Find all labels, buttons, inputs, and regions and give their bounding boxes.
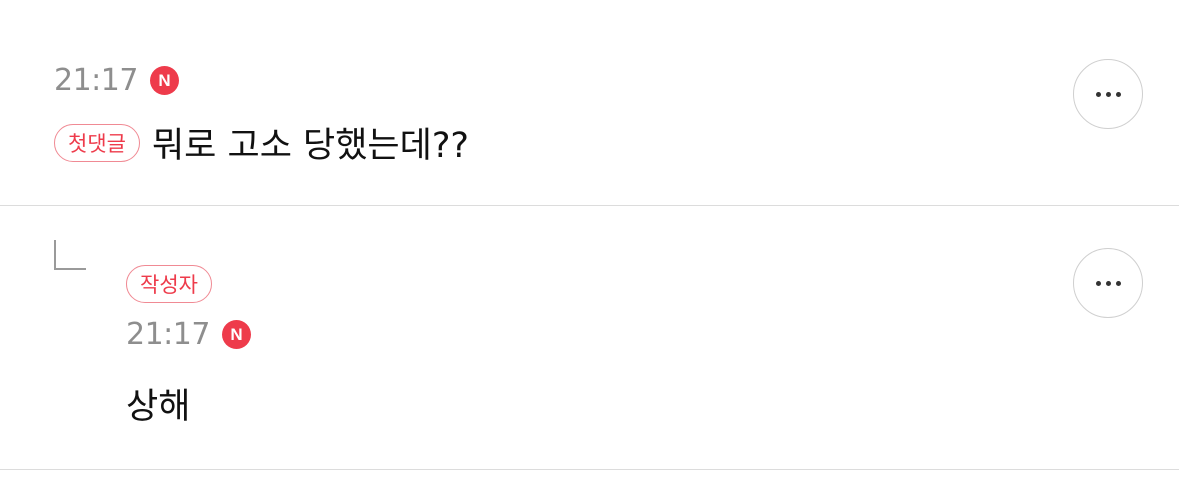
comment-meta: 21:17 N (54, 63, 179, 98)
comment-body: 첫댓글 뭐로 고소 당했는데?? (54, 117, 469, 168)
reply-time: 21:17 (126, 317, 210, 352)
author-tag: 작성자 (126, 265, 212, 303)
new-badge-icon: N (221, 320, 251, 349)
more-options-button[interactable] (1073, 59, 1143, 129)
reply-meta: 21:17 N (126, 317, 251, 352)
comment-text: 뭐로 고소 당했는데?? (151, 126, 469, 166)
reply-comment-item: 작성자 21:17 N 상해 (0, 206, 1179, 470)
reply-arrow-icon (54, 240, 86, 270)
comment-item: 21:17 N 첫댓글 뭐로 고소 당했는데?? (0, 0, 1179, 206)
first-comment-tag: 첫댓글 (54, 123, 140, 162)
reply-text: 상해 (126, 387, 191, 427)
reply-tag-row: 작성자 (126, 265, 212, 303)
more-options-button[interactable] (1073, 248, 1143, 318)
comment-time: 21:17 (54, 63, 138, 98)
ellipsis-icon (1095, 91, 1101, 97)
reply-body: 상해 (126, 378, 190, 429)
ellipsis-icon (1095, 280, 1101, 286)
new-badge-icon: N (149, 66, 179, 95)
